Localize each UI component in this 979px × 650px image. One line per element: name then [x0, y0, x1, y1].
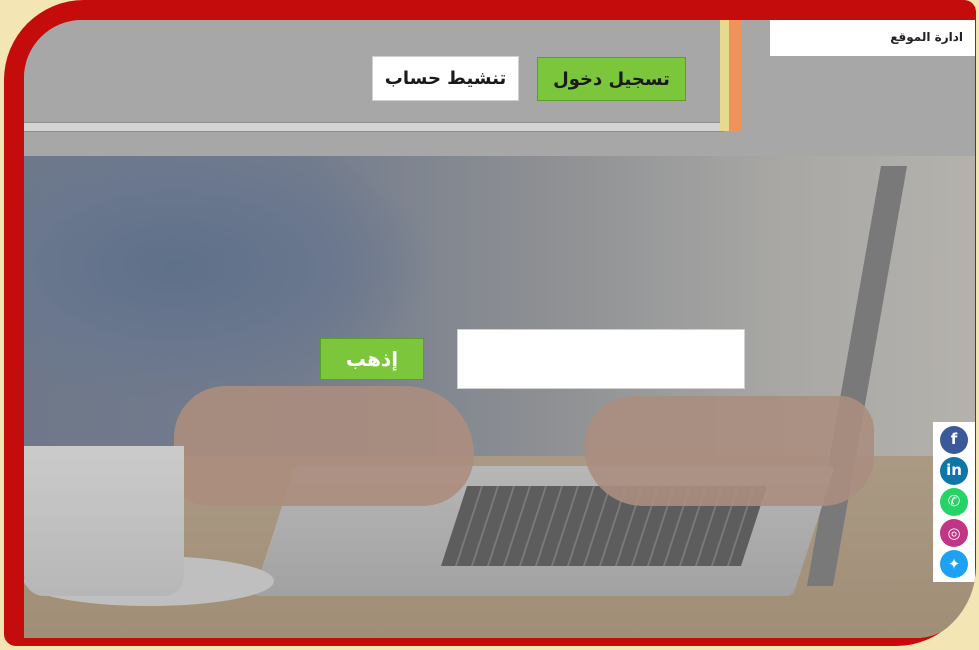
content-area: ادارة الموقع تسجيل دخول تنشيط حساب إذهب … — [24, 20, 975, 638]
activate-account-button[interactable]: تنشيط حساب — [372, 56, 519, 101]
login-button[interactable]: تسجيل دخول — [537, 57, 686, 101]
page-background: ادارة الموقع تسجيل دخول تنشيط حساب إذهب … — [0, 0, 979, 650]
whatsapp-icon[interactable]: ✆ — [940, 487, 968, 516]
instagram-icon[interactable]: ◎ — [940, 519, 968, 548]
go-button[interactable]: إذهب — [320, 338, 424, 380]
header-divider — [24, 122, 724, 132]
red-frame: ادارة الموقع تسجيل دخول تنشيط حساب إذهب … — [4, 0, 976, 646]
header-stripe-orange — [730, 20, 741, 131]
linkedin-icon[interactable]: in — [940, 456, 968, 485]
hero-image: إذهب f in ✆ ◎ ✦ — [24, 156, 975, 638]
hero-overlay — [24, 156, 975, 638]
facebook-icon[interactable]: f — [940, 425, 968, 454]
twitter-icon[interactable]: ✦ — [940, 550, 968, 579]
social-bar: f in ✆ ◎ ✦ — [933, 422, 975, 582]
site-admin-link[interactable]: ادارة الموقع — [770, 20, 975, 56]
search-input[interactable] — [457, 329, 745, 389]
header-stripe-yellow — [720, 20, 729, 131]
header: ادارة الموقع تسجيل دخول تنشيط حساب — [24, 20, 975, 156]
